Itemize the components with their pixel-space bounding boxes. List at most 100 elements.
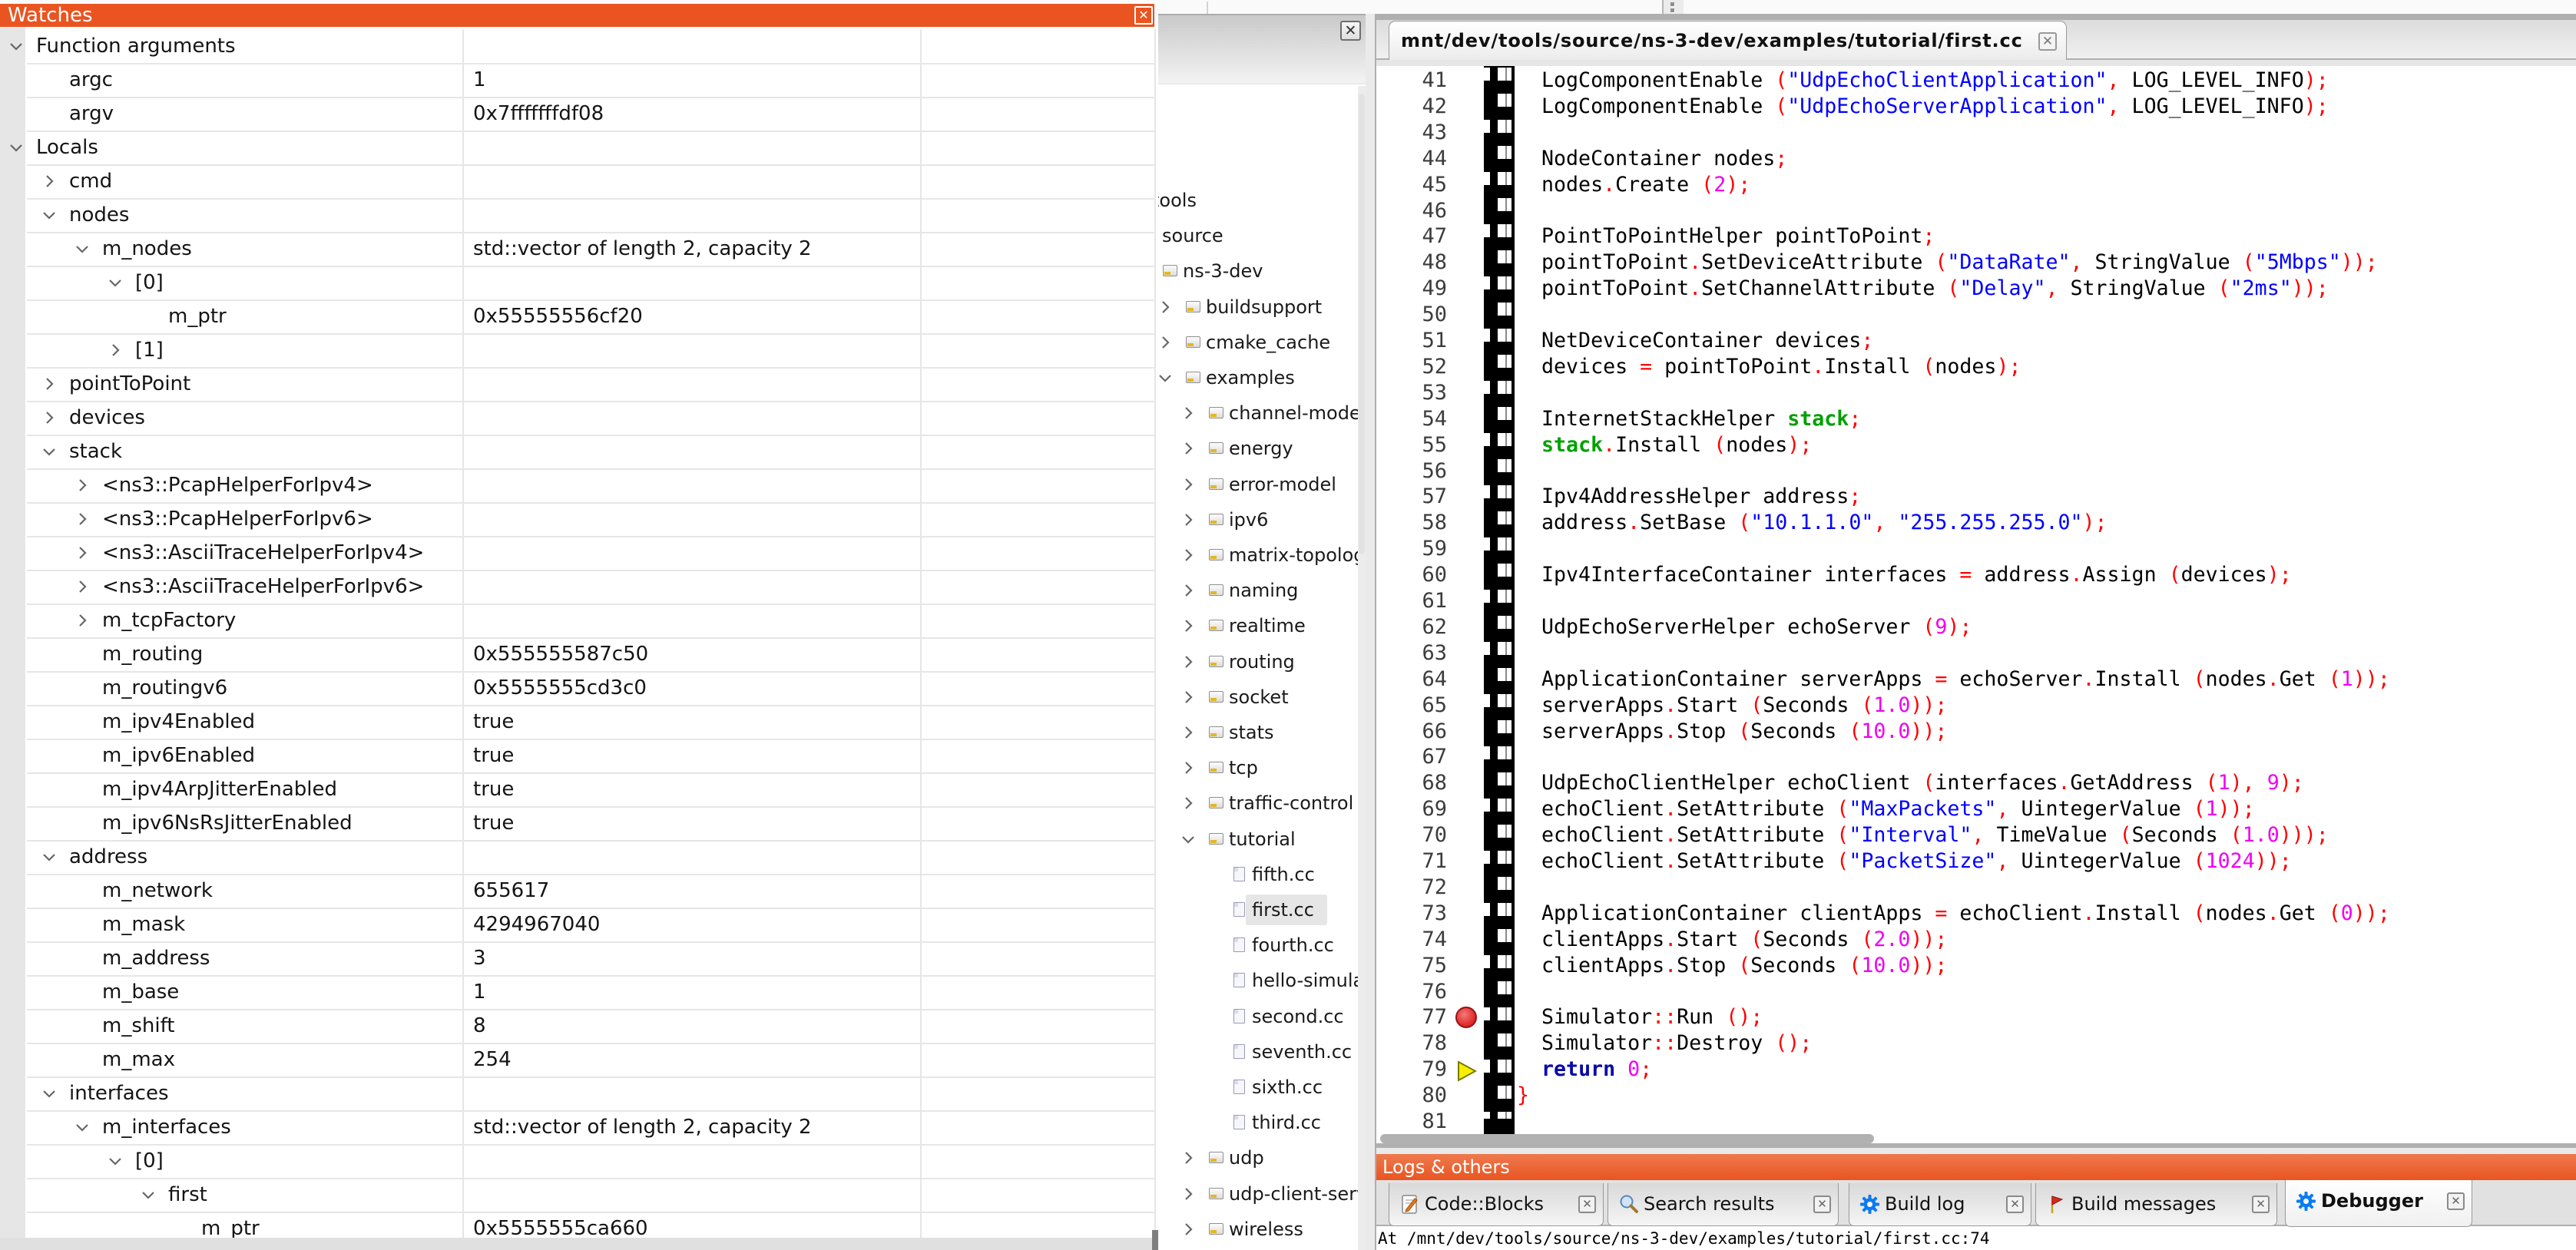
log-tab-search-results[interactable]: Search results✕ xyxy=(1608,1183,1839,1226)
log-tab-close-icon[interactable]: ✕ xyxy=(1578,1195,1596,1213)
watch-expander-icon[interactable] xyxy=(41,207,58,223)
log-tab-close-icon[interactable]: ✕ xyxy=(2447,1192,2465,1210)
tree-item-tools[interactable]: tools xyxy=(1158,183,1366,218)
tree-expander-icon[interactable] xyxy=(1180,1221,1197,1238)
tree-item-energy[interactable]: energy xyxy=(1158,431,1366,466)
tree-expander-icon[interactable] xyxy=(1180,582,1197,599)
watch-row[interactable]: cmd xyxy=(0,164,1154,198)
watch-row[interactable]: m_address3 xyxy=(0,941,1154,975)
watch-row[interactable]: interfaces xyxy=(0,1076,1154,1110)
watch-expander-icon[interactable] xyxy=(74,578,91,595)
watch-row[interactable]: Function arguments xyxy=(0,29,1154,63)
watch-row[interactable]: m_ipv4ArpJitterEnabledtrue xyxy=(0,772,1154,806)
watch-expander-icon[interactable] xyxy=(74,612,91,629)
watch-row[interactable]: m_mask4294967040 xyxy=(0,908,1154,941)
watch-row[interactable]: m_routing0x555555587c50 xyxy=(0,637,1154,671)
pane-splitter[interactable] xyxy=(1366,14,1375,1250)
tree-item-traffic-control[interactable]: traffic-control xyxy=(1158,785,1366,821)
tree-expander-icon[interactable] xyxy=(1180,831,1197,848)
tree-expander-icon[interactable] xyxy=(1180,476,1197,493)
tree-item-fourth-cc[interactable]: fourth.cc xyxy=(1158,928,1366,963)
editor-hscrollbar-track[interactable] xyxy=(1376,1148,2576,1154)
tree-item-channel-models[interactable]: channel-models xyxy=(1158,395,1366,431)
tree-item-source[interactable]: source xyxy=(1158,218,1366,253)
watch-row[interactable]: m_shift8 xyxy=(0,1009,1154,1043)
watch-row[interactable]: m_nodesstd::vector of length 2, capacity… xyxy=(0,232,1154,266)
watches-close-icon[interactable]: ✕ xyxy=(1134,6,1153,25)
watch-row[interactable]: <ns3::PcapHelperForIpv4> xyxy=(0,468,1154,502)
projects-pane-close-icon[interactable]: ✕ xyxy=(1340,21,1361,41)
watch-row[interactable]: Locals xyxy=(0,131,1154,164)
tree-item-examples[interactable]: examples xyxy=(1158,360,1366,395)
tree-expander-icon[interactable] xyxy=(1180,511,1197,528)
tree-item-hello-simulator-cc[interactable]: hello-simulator.cc xyxy=(1158,963,1366,998)
log-tab-build-log[interactable]: Build log✕ xyxy=(1849,1183,2031,1226)
log-tab-build-messages[interactable]: Build messages✕ xyxy=(2035,1183,2277,1226)
log-tab-close-icon[interactable]: ✕ xyxy=(1813,1195,1831,1213)
watch-row[interactable]: m_ptr0x5555555ca660 xyxy=(0,1212,1154,1238)
watch-expander-icon[interactable] xyxy=(8,139,25,156)
tree-expander-icon[interactable] xyxy=(1158,334,1174,351)
watch-row[interactable]: devices xyxy=(0,401,1154,435)
watch-row[interactable]: pointToPoint xyxy=(0,367,1154,401)
logs-pane-titlebar[interactable]: Logs & others xyxy=(1376,1154,2576,1180)
tree-item-sixth-cc[interactable]: sixth.cc xyxy=(1158,1070,1366,1105)
tree-vertical-scrollbar[interactable] xyxy=(1358,86,1366,1250)
watch-row[interactable]: [1] xyxy=(0,333,1154,367)
watch-expander-icon[interactable] xyxy=(74,1119,91,1136)
watch-row[interactable]: [0] xyxy=(0,266,1154,299)
watch-row[interactable]: m_base1 xyxy=(0,975,1154,1009)
tree-expander-icon[interactable] xyxy=(1180,795,1197,812)
tree-expander-icon[interactable] xyxy=(1180,547,1197,564)
tree-expander-icon[interactable] xyxy=(1158,369,1174,386)
watch-row[interactable]: m_network655617 xyxy=(0,874,1154,908)
log-tab-code-blocks[interactable]: Code::Blocks✕ xyxy=(1389,1183,1604,1226)
watch-expander-icon[interactable] xyxy=(41,173,58,190)
tree-item-matrix-topology[interactable]: matrix-topology xyxy=(1158,537,1366,573)
tree-item-stats[interactable]: stats xyxy=(1158,715,1366,750)
tree-item-third-cc[interactable]: third.cc xyxy=(1158,1105,1366,1140)
tree-item-buildsupport[interactable]: buildsupport xyxy=(1158,289,1366,325)
tree-expander-icon[interactable] xyxy=(1180,653,1197,670)
watch-row[interactable]: m_ptr0x55555556cf20 xyxy=(0,299,1154,333)
watch-row[interactable]: m_tcpFactory xyxy=(0,604,1154,637)
watch-row[interactable]: <ns3::AsciiTraceHelperForIpv4> xyxy=(0,536,1154,570)
tree-item-realtime[interactable]: realtime xyxy=(1158,608,1366,643)
tree-expander-icon[interactable] xyxy=(1180,1186,1197,1202)
log-tab-close-icon[interactable]: ✕ xyxy=(2006,1195,2024,1213)
tree-item-error-model[interactable]: error-model xyxy=(1158,467,1366,502)
watch-expander-icon[interactable] xyxy=(41,1085,58,1102)
watch-expander-icon[interactable] xyxy=(107,342,124,359)
tree-expander-icon[interactable] xyxy=(1180,1149,1197,1166)
watch-expander-icon[interactable] xyxy=(140,1186,157,1203)
tree-item-naming[interactable]: naming xyxy=(1158,573,1366,608)
watch-row[interactable]: m_max254 xyxy=(0,1043,1154,1076)
watch-row[interactable]: m_routingv60x5555555cd3c0 xyxy=(0,671,1154,705)
watch-row[interactable]: m_ipv6Enabledtrue xyxy=(0,739,1154,772)
tree-expander-icon[interactable] xyxy=(1180,617,1197,634)
tree-scrollbar-thumb[interactable] xyxy=(1359,94,1365,554)
watch-expander-icon[interactable] xyxy=(74,240,91,257)
watch-expander-icon[interactable] xyxy=(74,477,91,494)
tree-item-tutorial[interactable]: tutorial xyxy=(1158,822,1366,857)
tree-item-ipv6[interactable]: ipv6 xyxy=(1158,502,1366,537)
watch-row[interactable]: m_ipv6NsRsJitterEnabledtrue xyxy=(0,806,1154,840)
tree-item-wireless[interactable]: wireless xyxy=(1158,1212,1366,1247)
log-tab-debugger[interactable]: Debugger✕ xyxy=(2285,1180,2472,1227)
watch-expander-icon[interactable] xyxy=(107,274,124,291)
watch-expander-icon[interactable] xyxy=(41,443,58,460)
watch-row[interactable]: argc1 xyxy=(0,63,1154,97)
watch-row[interactable]: stack xyxy=(0,435,1154,468)
watches-hscrollbar[interactable] xyxy=(0,1238,1158,1250)
tree-item-routing[interactable]: routing xyxy=(1158,644,1366,680)
tree-expander-icon[interactable] xyxy=(1180,689,1197,706)
tree-item-udp[interactable]: udp xyxy=(1158,1140,1366,1176)
watch-expander-icon[interactable] xyxy=(74,511,91,527)
watch-expander-icon[interactable] xyxy=(41,375,58,392)
tree-expander-icon[interactable] xyxy=(1180,405,1197,422)
tree-item-seventh-cc[interactable]: seventh.cc xyxy=(1158,1034,1366,1070)
watch-row[interactable]: [0] xyxy=(0,1144,1154,1178)
tree-item-cmake-cache[interactable]: cmake_cache xyxy=(1158,325,1366,360)
watch-expander-icon[interactable] xyxy=(8,38,25,55)
watch-expander-icon[interactable] xyxy=(41,409,58,426)
